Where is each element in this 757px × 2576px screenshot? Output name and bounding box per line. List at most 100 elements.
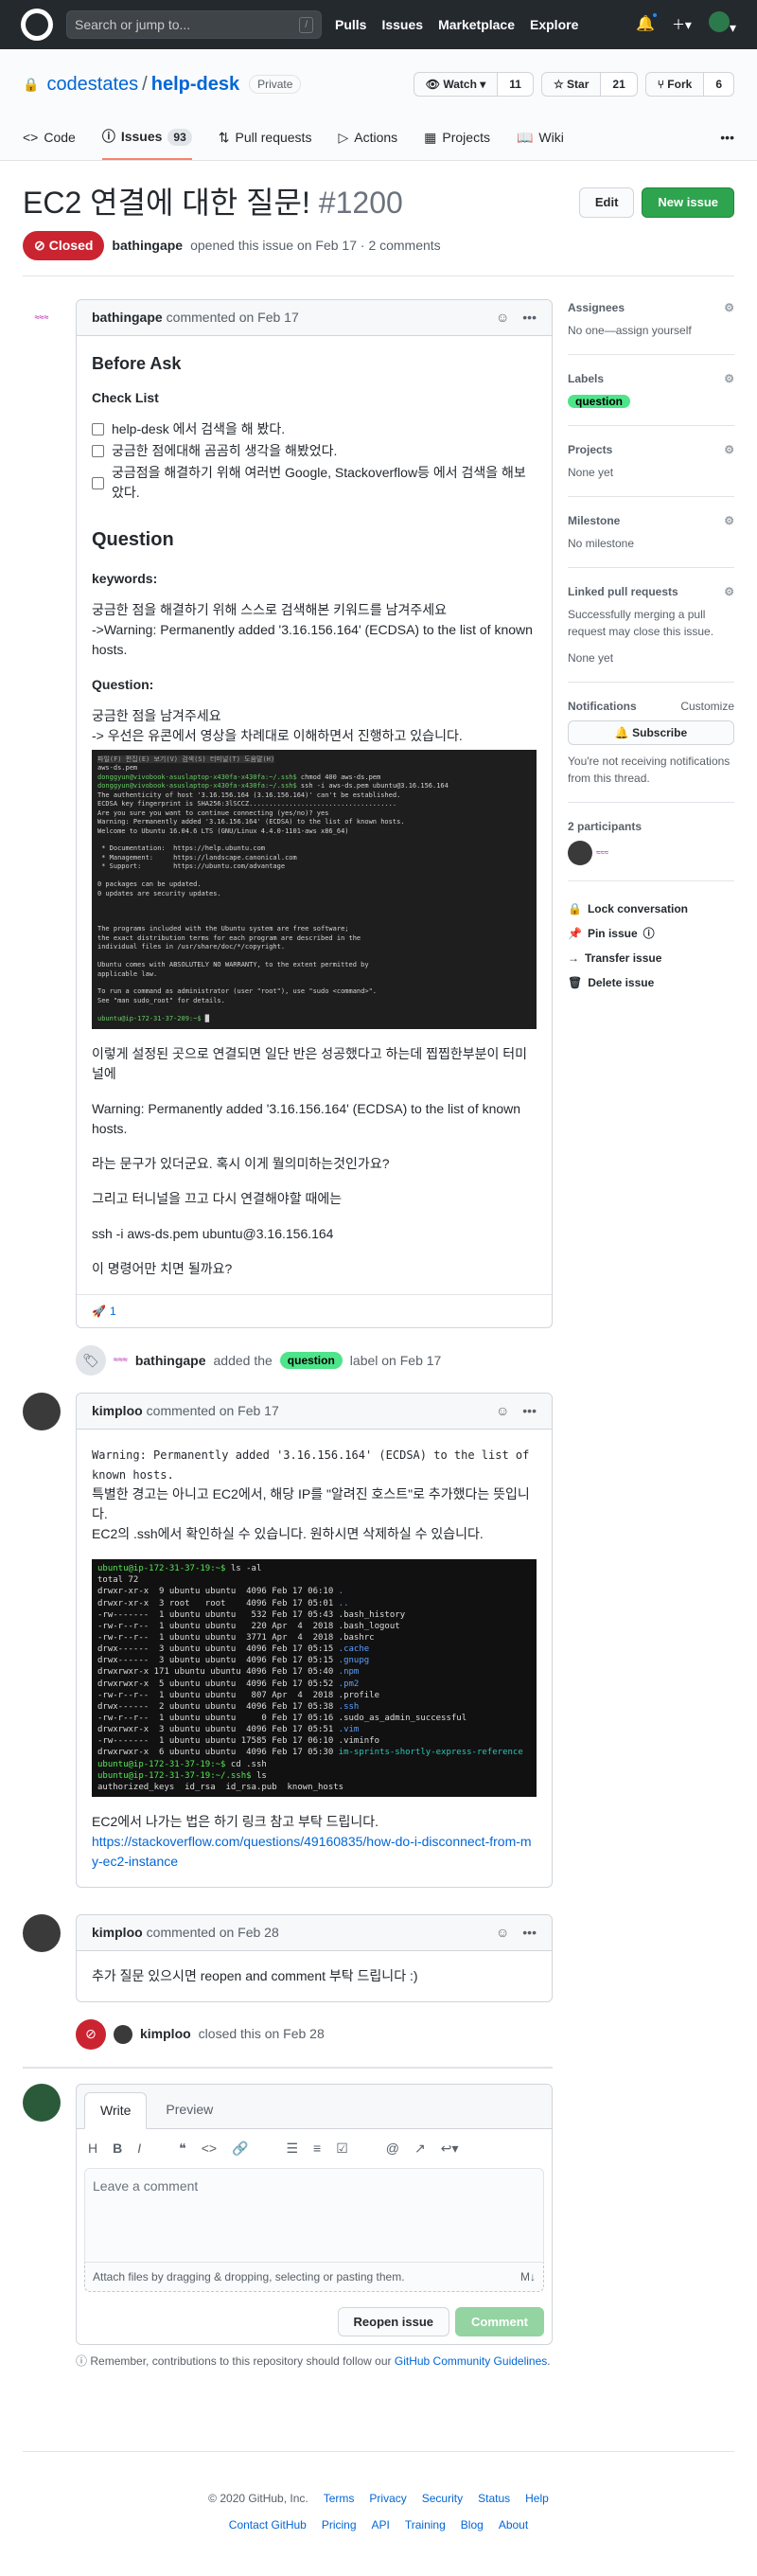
notifications-bell-icon[interactable]: 🔔 (636, 11, 659, 36)
customize-link[interactable]: Customize (680, 698, 734, 715)
markdown-icon[interactable]: M↓ (520, 2268, 536, 2285)
task-checkbox[interactable] (92, 445, 104, 457)
reaction-rocket[interactable]: 🚀 1 (77, 1294, 552, 1327)
task-checkbox[interactable] (92, 476, 104, 489)
nav-pulls[interactable]: Pulls (335, 15, 366, 35)
mention-icon[interactable]: @ (386, 2139, 399, 2159)
community-guidelines-link[interactable]: GitHub Community Guidelines (395, 2354, 547, 2368)
github-logo-icon[interactable] (21, 9, 53, 41)
task-item: help-desk 에서 검색을 해 봤다. (92, 419, 537, 439)
footer-link[interactable]: Security (422, 2490, 463, 2507)
code-icon[interactable]: <> (202, 2139, 217, 2159)
tab-pull-requests[interactable]: ⇅ Pull requests (219, 119, 312, 160)
task-list-icon[interactable]: ☑ (336, 2139, 348, 2159)
footer-link[interactable]: Status (478, 2490, 510, 2507)
attach-files-area[interactable]: Attach files by dragging & dropping, sel… (84, 2262, 544, 2292)
repo-name-link[interactable]: help-desk (151, 70, 239, 98)
footer-link[interactable]: API (372, 2516, 390, 2533)
event-actor[interactable]: kimploo (140, 2024, 191, 2044)
watch-button[interactable]: 👁 Watch ▾ 11 (413, 72, 534, 97)
footer-link[interactable]: Blog (461, 2516, 484, 2533)
comment-textarea[interactable]: Leave a comment (84, 2167, 544, 2263)
book-icon: 📖 (516, 130, 534, 145)
footer-link[interactable]: Privacy (369, 2490, 406, 2507)
tab-write[interactable]: Write (84, 2091, 148, 2129)
fork-button[interactable]: ⑂ Fork 6 (644, 72, 734, 97)
tab-actions[interactable]: ▷ Actions (338, 119, 397, 160)
paragraph: 이렇게 설정된 곳으로 연결되면 일단 반은 성공했다고 하는데 찝찝한부분이 … (92, 1046, 528, 1082)
label-question[interactable]: question (279, 1352, 343, 1370)
tab-preview[interactable]: Preview (150, 2092, 228, 2128)
footer-link[interactable]: About (499, 2516, 528, 2533)
event-actor[interactable]: bathingape (135, 1351, 206, 1371)
lock-conversation-button[interactable]: 🔒 Lock conversation (568, 900, 734, 917)
subscribe-button[interactable]: 🔔 Subscribe (568, 720, 734, 745)
avatar[interactable] (23, 1913, 61, 1952)
paragraph: 추가 질문 있으시면 reopen and comment 부탁 드립니다 :) (92, 1967, 418, 1983)
task-checkbox[interactable] (92, 423, 104, 435)
create-new-plus-icon[interactable]: ＋▾ (672, 15, 692, 35)
gear-icon[interactable]: ⚙ (724, 441, 734, 458)
bold-icon[interactable]: B (113, 2139, 122, 2159)
footer-link[interactable]: Training (405, 2516, 446, 2533)
comment-author[interactable]: kimploo (92, 1923, 143, 1943)
quote-icon[interactable]: ❝ (179, 2139, 186, 2159)
tab-projects[interactable]: ▦ Projects (424, 119, 490, 160)
footer-link[interactable]: Terms (324, 2490, 355, 2507)
repo-header: 🔒 codestates / help-desk Private 👁 Watch… (0, 49, 757, 161)
gear-icon[interactable]: ⚙ (724, 299, 734, 316)
tab-code[interactable]: <> Code (23, 119, 76, 160)
bell-icon: 🔔 (614, 726, 629, 739)
link-icon[interactable]: 🔗 (232, 2139, 248, 2159)
comment-author[interactable]: bathingape (92, 308, 163, 328)
nav-marketplace[interactable]: Marketplace (438, 15, 515, 35)
star-button[interactable]: ☆ Star 21 (540, 72, 638, 97)
tab-issues[interactable]: ⓘ Issues 93 (101, 119, 192, 160)
comment-author[interactable]: kimploo (92, 1401, 143, 1421)
kebab-menu-icon[interactable]: ••• (522, 1401, 537, 1421)
footer-link[interactable]: Help (525, 2490, 549, 2507)
gear-icon[interactable]: ⚙ (724, 370, 734, 387)
unordered-list-icon[interactable]: ☰ (286, 2139, 298, 2159)
participant-avatar[interactable] (568, 841, 592, 865)
avatar[interactable]: ≈≈≈ (23, 299, 61, 337)
stackoverflow-link[interactable]: https://stackoverflow.com/questions/4916… (92, 1834, 532, 1869)
smiley-icon[interactable]: ☺ (496, 1401, 509, 1421)
edit-button[interactable]: Edit (578, 187, 635, 218)
avatar (114, 2024, 132, 2044)
repo-owner-link[interactable]: codestates (46, 70, 138, 98)
kebab-menu-icon[interactable]: ••• (522, 308, 537, 328)
smiley-icon[interactable]: ☺ (496, 1923, 509, 1943)
search-input[interactable]: Search or jump to... / (66, 10, 322, 39)
smiley-icon[interactable]: ☺ (496, 308, 509, 328)
issue-author-link[interactable]: bathingape (112, 236, 183, 256)
comment-button[interactable]: Comment (455, 2306, 544, 2337)
assign-yourself-link[interactable]: No one—assign yourself (568, 322, 734, 339)
footer-link[interactable]: Contact GitHub (229, 2516, 307, 2533)
new-issue-button[interactable]: New issue (642, 187, 734, 218)
participant-avatar[interactable]: ≈≈≈ (596, 847, 608, 859)
transfer-issue-button[interactable]: → Transfer issue (568, 950, 734, 967)
arrow-right-icon: → (568, 951, 579, 965)
kebab-menu-icon[interactable]: ••• (522, 1923, 537, 1943)
comment-composer: Write Preview H B I ❝ <> 🔗 ☰ ≡ ☑ @ ↗ ↩▾ … (76, 2083, 553, 2346)
reply-icon[interactable]: ↩▾ (441, 2139, 459, 2159)
more-menu-icon[interactable]: ••• (720, 119, 734, 160)
gear-icon[interactable]: ⚙ (724, 583, 734, 600)
pin-issue-button[interactable]: 📌 Pin issue ⓘ (568, 925, 734, 942)
ordered-list-icon[interactable]: ≡ (313, 2139, 321, 2159)
nav-issues[interactable]: Issues (381, 15, 423, 35)
nav-explore[interactable]: Explore (530, 15, 578, 35)
gear-icon[interactable]: ⚙ (724, 512, 734, 529)
italic-icon[interactable]: I (137, 2139, 141, 2159)
cross-reference-icon[interactable]: ↗ (414, 2139, 426, 2159)
reopen-issue-button[interactable]: Reopen issue (337, 2306, 450, 2337)
avatar[interactable] (23, 1393, 61, 1431)
heading-icon[interactable]: H (88, 2139, 97, 2159)
user-menu[interactable]: ▾ (708, 11, 736, 38)
footer-link[interactable]: Pricing (322, 2516, 357, 2533)
tab-wiki[interactable]: 📖 Wiki (517, 119, 564, 160)
delete-issue-button[interactable]: 🗑 Delete issue (568, 974, 734, 991)
label-question[interactable]: question (568, 395, 630, 408)
status-badge: ⊘ Closed (23, 231, 105, 260)
